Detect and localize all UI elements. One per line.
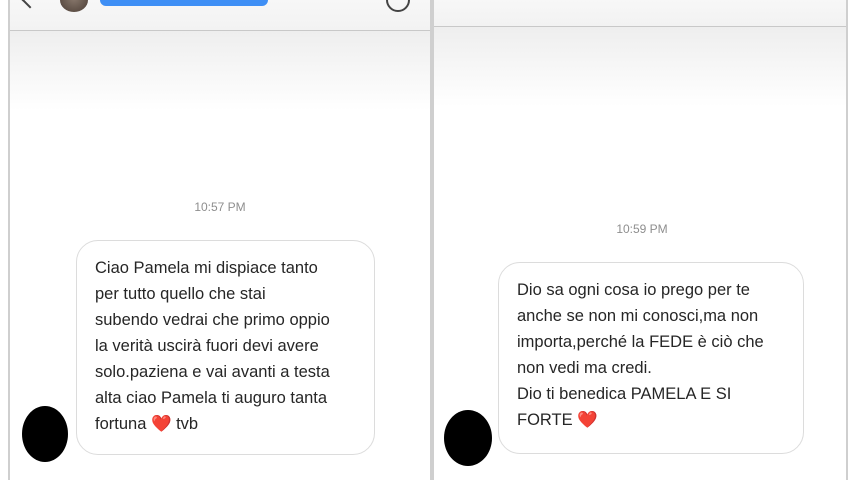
message-text: Dio sa ogni cosa io prego per te anche s… <box>517 281 764 429</box>
chat-panel-right: 10:59 PM Dio sa ogni cosa io prego per t… <box>432 0 848 480</box>
header-shadow <box>434 27 846 107</box>
chat-header <box>434 0 846 27</box>
heart-emoji: ❤️ <box>577 411 598 429</box>
redacted-contact-name <box>100 0 268 6</box>
message-timestamp: 10:57 PM <box>194 200 246 214</box>
message-bubble[interactable]: Ciao Pamela mi dispiace tanto per tutto … <box>76 240 375 455</box>
back-arrow-icon[interactable] <box>21 0 39 9</box>
message-text-end: tvb <box>171 415 199 433</box>
contact-avatar[interactable] <box>60 0 88 12</box>
chat-header <box>10 0 430 31</box>
header-shadow <box>10 31 430 111</box>
message-bubble[interactable]: Dio sa ogni cosa io prego per te anche s… <box>498 262 804 454</box>
heart-emoji: ❤️ <box>150 415 172 433</box>
message-text: Ciao Pamela mi dispiace tanto per tutto … <box>95 259 330 433</box>
message-timestamp: 10:59 PM <box>616 222 668 236</box>
redacted-sender-avatar <box>22 406 68 462</box>
chat-panel-left: 10:57 PM Ciao Pamela mi dispiace tanto p… <box>8 0 432 480</box>
info-icon[interactable] <box>386 0 410 12</box>
redacted-sender-avatar <box>444 410 492 466</box>
